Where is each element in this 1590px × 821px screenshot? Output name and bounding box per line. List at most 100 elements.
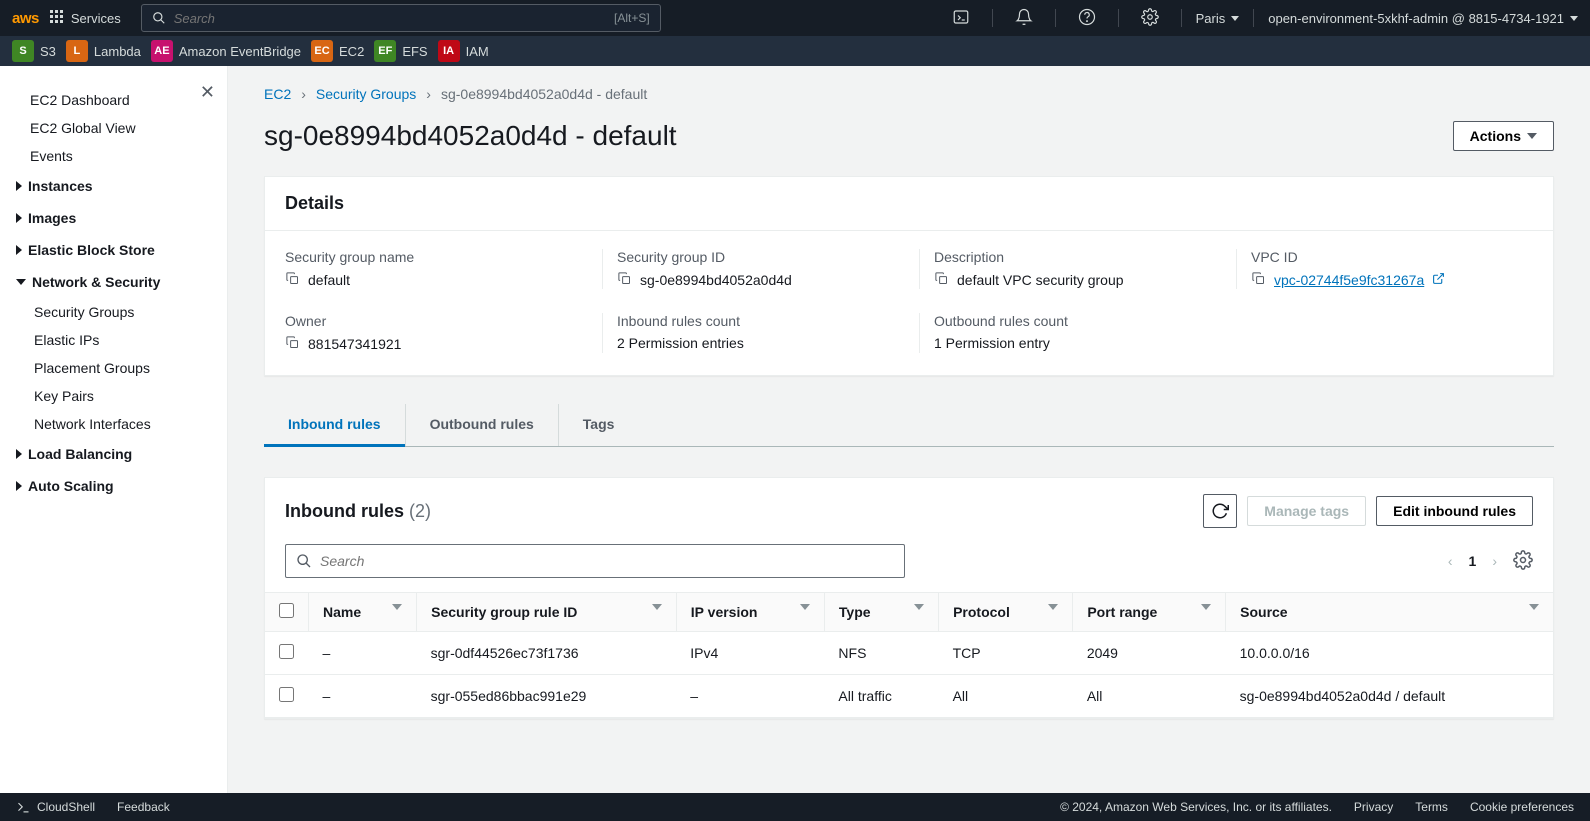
column-header[interactable]: IP version [676,593,824,632]
copy-icon[interactable] [934,271,949,289]
sidebar-sublink[interactable]: Security Groups [16,298,227,326]
column-header[interactable]: Port range [1073,593,1226,632]
sidebar-link[interactable]: EC2 Dashboard [12,86,227,114]
row-checkbox[interactable] [279,644,294,659]
sidebar-group-label: Auto Scaling [28,478,114,494]
service-icon: IA [438,40,460,62]
aws-logo[interactable]: aws [12,10,39,27]
sidebar-group[interactable]: Elastic Block Store [12,234,227,266]
refresh-button[interactable] [1203,494,1237,528]
breadcrumb-parent[interactable]: Security Groups [316,86,416,102]
sidebar-sublink[interactable]: Placement Groups [16,354,227,382]
fav-item[interactable]: SS3 [12,40,56,62]
fav-item[interactable]: EFEFS [374,40,427,62]
detail-outbound-count: Outbound rules count 1 Permission entry [919,313,1216,353]
actions-button[interactable]: Actions [1453,121,1554,151]
triangle-icon [16,481,22,491]
sidebar-group[interactable]: Load Balancing [12,438,227,470]
favorites-bar: SS3 LLambda AEAmazon EventBridge ECEC2 EFEFS… [0,36,1590,66]
sidebar-link[interactable]: Events [12,142,227,170]
table-settings-button[interactable] [1513,550,1533,573]
cloudshell-icon[interactable] [944,8,978,29]
detail-label: Security group name [285,249,582,265]
tab[interactable]: Inbound rules [264,404,406,446]
sidebar-link[interactable]: EC2 Global View [12,114,227,142]
settings-icon[interactable] [1133,8,1167,29]
detail-inbound-count: Inbound rules count 2 Permission entries [602,313,899,353]
cloudshell-footer-button[interactable]: CloudShell [16,800,95,815]
caret-down-icon [1231,16,1239,21]
search-input[interactable] [174,11,606,26]
prev-page-button[interactable]: ‹ [1448,553,1453,569]
column-header[interactable]: Name [309,593,417,632]
next-page-button[interactable]: › [1492,553,1497,569]
fav-label: Amazon EventBridge [179,44,301,59]
sidebar-sublink[interactable]: Key Pairs [16,382,227,410]
terms-link[interactable]: Terms [1415,800,1448,814]
cookie-prefs-link[interactable]: Cookie preferences [1470,800,1574,814]
sidebar-group[interactable]: Images [12,202,227,234]
notifications-icon[interactable] [1007,8,1041,29]
fav-label: EC2 [339,44,364,59]
caret-down-icon [1570,16,1578,21]
detail-value: sg-0e8994bd4052a0d4d [640,272,792,288]
sidebar: ✕ EC2 DashboardEC2 Global ViewEvents Ins… [0,66,228,793]
rules-search-input[interactable] [320,553,894,569]
edit-inbound-rules-button[interactable]: Edit inbound rules [1376,496,1533,526]
inbound-rules-panel: Inbound rules (2) Manage tags Edit inbou… [264,477,1554,719]
fav-item[interactable]: LLambda [66,40,141,62]
sidebar-group[interactable]: Network & Security [12,266,227,298]
cell-port-range: All [1073,675,1226,718]
sidebar-group-label: Instances [28,178,93,194]
sidebar-group[interactable]: Instances [12,170,227,202]
column-header[interactable]: Protocol [939,593,1073,632]
table-row[interactable]: – sgr-0df44526ec73f1736 IPv4 NFS TCP 204… [265,632,1553,675]
sort-icon[interactable] [800,604,810,610]
sort-icon[interactable] [1048,604,1058,610]
copy-icon[interactable] [617,271,632,289]
column-header[interactable]: Type [824,593,938,632]
detail-label: Outbound rules count [934,313,1216,329]
rules-search[interactable] [285,544,905,578]
sort-icon[interactable] [1201,604,1211,610]
fav-item[interactable]: ECEC2 [311,40,364,62]
sidebar-sublink[interactable]: Elastic IPs [16,326,227,354]
search-bar[interactable]: [Alt+S] [141,4,661,32]
sort-icon[interactable] [652,604,662,610]
region-selector[interactable]: Paris [1196,11,1240,26]
copy-icon[interactable] [285,271,300,289]
copy-icon[interactable] [285,335,300,353]
breadcrumb-root[interactable]: EC2 [264,86,291,102]
account-menu[interactable]: open-environment-5xkhf-admin @ 8815-4734… [1268,11,1578,26]
fav-item[interactable]: AEAmazon EventBridge [151,40,301,62]
fav-item[interactable]: IAIAM [438,40,489,62]
sort-icon[interactable] [392,604,402,610]
sort-icon[interactable] [914,604,924,610]
triangle-icon [16,245,22,255]
page-number: 1 [1469,553,1477,569]
help-icon[interactable] [1070,8,1104,29]
close-sidebar-button[interactable]: ✕ [200,82,215,103]
table-row[interactable]: – sgr-055ed86bbac991e29 – All traffic Al… [265,675,1553,718]
manage-tags-button[interactable]: Manage tags [1247,496,1366,526]
sort-icon[interactable] [1529,604,1539,610]
search-shortcut: [Alt+S] [614,11,650,25]
privacy-link[interactable]: Privacy [1354,800,1393,814]
cell-protocol: All [939,675,1073,718]
vpc-link[interactable]: vpc-02744f5e9fc31267a [1274,272,1424,288]
feedback-button[interactable]: Feedback [117,800,170,814]
grid-icon [49,9,65,28]
copy-icon[interactable] [1251,271,1266,289]
column-header[interactable]: Source [1226,593,1553,632]
detail-label: Inbound rules count [617,313,899,329]
tab[interactable]: Tags [559,404,639,446]
main-content: EC2 › Security Groups › sg-0e8994bd4052a… [228,66,1590,793]
sidebar-sublink[interactable]: Network Interfaces [16,410,227,438]
row-checkbox[interactable] [279,687,294,702]
column-header[interactable]: Security group rule ID [417,593,677,632]
select-all-checkbox[interactable] [279,603,294,618]
sidebar-group[interactable]: Auto Scaling [12,470,227,502]
tab[interactable]: Outbound rules [406,404,559,446]
triangle-icon [16,279,26,285]
services-menu[interactable]: Services [49,9,121,28]
